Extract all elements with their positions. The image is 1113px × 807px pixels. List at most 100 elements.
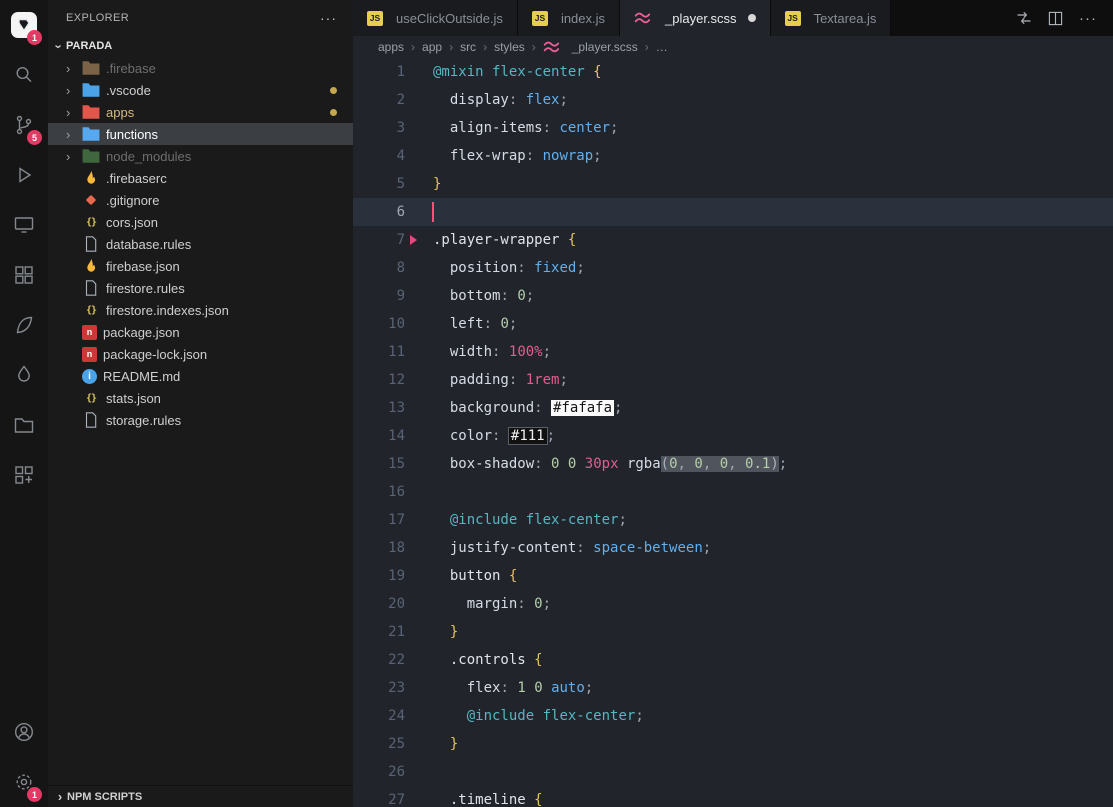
code-line-content [413,198,433,226]
code-line-12[interactable]: 12 padding: 1rem; [353,366,1113,394]
code-line-22[interactable]: 22 .controls { [353,646,1113,674]
activity-extension-b[interactable] [0,350,48,400]
code-line-13[interactable]: 13 background: #fafafa; [353,394,1113,422]
line-number: 8 [396,260,405,276]
code-line-21[interactable]: 21 } [353,618,1113,646]
split-editor-icon[interactable] [1048,11,1063,26]
activity-bottom: 1 [0,707,48,807]
activity-extensions[interactable] [0,250,48,300]
breadcrumb-label: apps [378,40,405,54]
code-line-1[interactable]: 1 @mixin flex-center { [353,58,1113,86]
code-line-20[interactable]: 20 margin: 0; [353,590,1113,618]
tree-item-storage.rules[interactable]: ›storage.rules [48,409,353,431]
code-line-23[interactable]: 23 flex: 1 0 auto; [353,674,1113,702]
search-icon [16,66,32,83]
tab-Textarea.js[interactable]: JS Textarea.js [770,0,892,36]
tree-item-firestore.rules[interactable]: ›firestore.rules [48,277,353,299]
tree-item-functions[interactable]: › functions [48,123,353,145]
open-changes-icon[interactable] [1016,10,1032,26]
line-number: 17 [388,512,405,528]
code-line-3[interactable]: 3 align-items: center; [353,114,1113,142]
tree-item-README.md[interactable]: ›iREADME.md [48,365,353,387]
breadcrumb-item-app[interactable]: app [422,40,442,54]
code-line-content: bottom: 0; [449,288,535,304]
code-line-8[interactable]: 8 position: fixed; [353,254,1113,282]
tree-item-apps[interactable]: › apps [48,101,353,123]
workspace-section-header[interactable]: › PARADA [48,35,353,57]
explorer-more-icon[interactable]: ··· [320,10,337,26]
activity-explorer[interactable]: 1 [0,0,48,50]
activity-source-control[interactable]: 5 [0,100,48,150]
code-line-16[interactable]: 16 [353,478,1113,506]
activity-extension-c[interactable] [0,450,48,500]
breadcrumb-item-…[interactable]: … [656,40,668,54]
line-number: 24 [388,708,405,724]
activity-extension-a[interactable] [0,300,48,350]
code-line-24[interactable]: 24 @include flex-center; [353,702,1113,730]
activity-accounts[interactable] [0,707,48,757]
chevron-down-icon: › [51,43,67,49]
json-icon: {} [85,304,97,316]
line-number: 6 [396,204,405,220]
badge: 1 [27,787,42,802]
tree-item-database.rules[interactable]: ›database.rules [48,233,353,255]
tab-index.js[interactable]: JS index.js [517,0,621,36]
activity-bar: 1 5 1 [0,0,48,807]
code-editor[interactable]: 1 @mixin flex-center {2 display: flex; 3 a… [353,58,1113,807]
tree-item-label: apps [106,104,135,120]
tree-item-firestore.indexes.json[interactable]: ›{}firestore.indexes.json [48,299,353,321]
breadcrumb-item-apps[interactable]: apps [378,40,404,54]
code-line-9[interactable]: 9 bottom: 0; [353,282,1113,310]
code-line-14[interactable]: 14 color: #111; [353,422,1113,450]
tree-item-.gitignore[interactable]: ›.gitignore [48,189,353,211]
activity-project-manager[interactable] [0,400,48,450]
code-line-4[interactable]: 4 flex-wrap: nowrap; [353,142,1113,170]
tree-item-node_modules[interactable]: › node_modules [48,145,353,167]
more-actions-icon[interactable]: ··· [1079,10,1097,27]
code-line-19[interactable]: 19 button { [353,562,1113,590]
folder-icon [82,127,100,141]
code-line-26[interactable]: 26 [353,758,1113,786]
code-line-content: left: 0; [449,316,518,332]
javascript-icon: JS [531,10,548,26]
file-icon [85,236,97,252]
breadcrumb-item-src[interactable]: src [460,40,476,54]
code-line-15[interactable]: 15 box-shadow: 0 0 30px rgba(0, 0, 0, 0.… [353,450,1113,478]
line-number: 7 [396,232,405,248]
code-line-6[interactable]: 6 [353,198,1113,226]
code-line-25[interactable]: 25 } [353,730,1113,758]
tree-item-stats.json[interactable]: ›{}stats.json [48,387,353,409]
code-line-10[interactable]: 10 left: 0; [353,310,1113,338]
tree-item-.firebase[interactable]: › .firebase [48,57,353,79]
tree-item-cors.json[interactable]: ›{}cors.json [48,211,353,233]
code-line-7[interactable]: 7 .player-wrapper { [353,226,1113,254]
code-line-27[interactable]: 27 .timeline { [353,786,1113,807]
chevron-right-icon: › [66,104,71,120]
code-line-2[interactable]: 2 display: flex; [353,86,1113,114]
tree-item-firebase.json[interactable]: ›firebase.json [48,255,353,277]
code-line-11[interactable]: 11 width: 100%; [353,338,1113,366]
activity-remote-explorer[interactable] [0,200,48,250]
activity-search[interactable] [0,50,48,100]
tab-_player.scss[interactable]: _player.scss [620,0,771,36]
grid-icon [15,466,33,484]
modified-dot [747,14,756,22]
tree-item-label: package-lock.json [103,346,208,362]
activity-settings[interactable]: 1 [0,757,48,807]
line-number: 27 [388,792,405,807]
tree-item-.firebaserc[interactable]: ›.firebaserc [48,167,353,189]
code-line-5[interactable]: 5} [353,170,1113,198]
code-line-18[interactable]: 18 justify-content: space-between; [353,534,1113,562]
npm-scripts-section[interactable]: › NPM SCRIPTS [48,785,353,807]
tree-item-package.json[interactable]: ›npackage.json [48,321,353,343]
breadcrumb-item-_player.scss[interactable]: _player.scss [543,39,638,55]
code-line-17[interactable]: 17 @include flex-center; [353,506,1113,534]
breadcrumb-item-styles[interactable]: styles [494,40,525,54]
sidebar-header: EXPLORER ··· [48,0,353,35]
activity-run-debug[interactable] [0,150,48,200]
tree-item-.vscode[interactable]: › .vscode [48,79,353,101]
tab-useClickOutside.js[interactable]: JS useClickOutside.js [353,0,518,36]
line-number: 25 [388,736,405,752]
line-number: 5 [396,176,405,192]
tree-item-package-lock.json[interactable]: ›npackage-lock.json [48,343,353,365]
